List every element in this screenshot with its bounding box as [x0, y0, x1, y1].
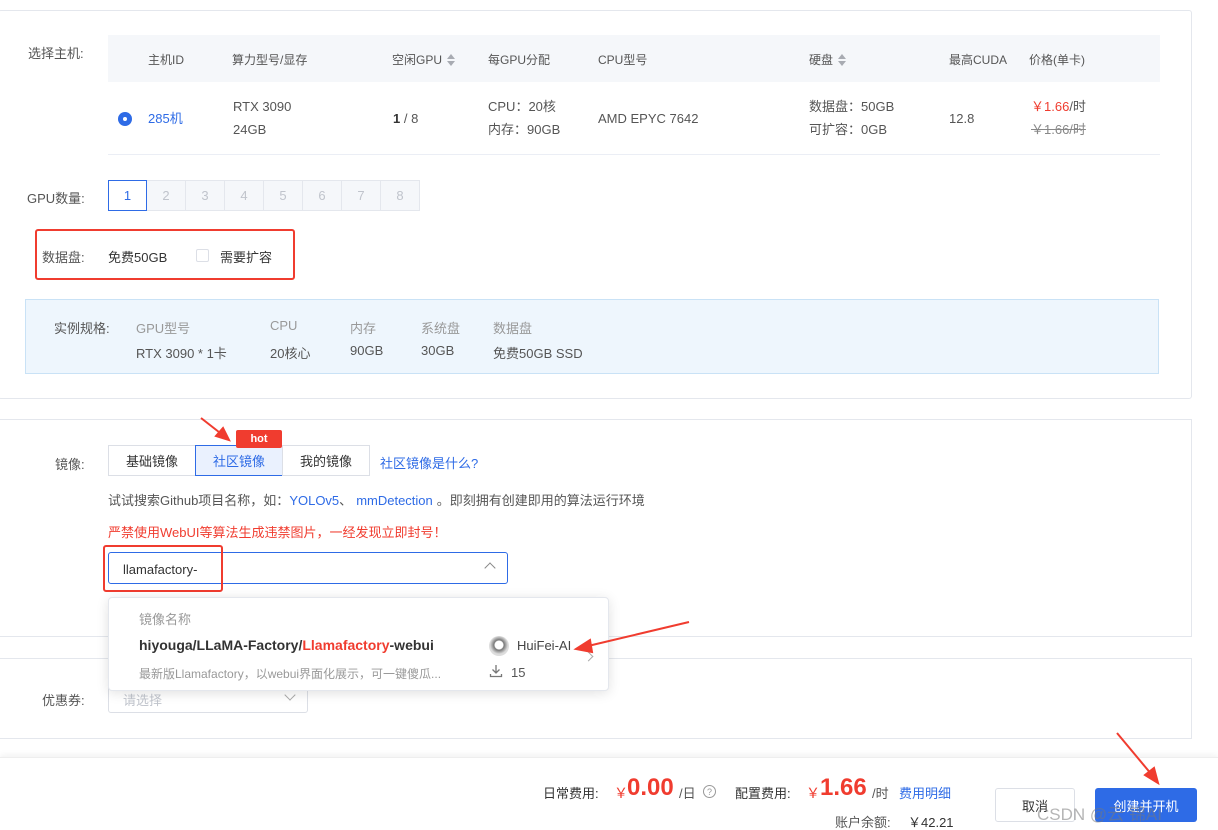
hot-badge: hot: [236, 430, 282, 448]
gpu-count-label: GPU数量:: [27, 191, 85, 206]
spec-key: 内存: [350, 321, 377, 336]
spec-value: RTX 3090 * 1卡: [136, 346, 227, 361]
spec-label: 实例规格:: [54, 321, 110, 336]
gpu-count-option[interactable]: 7: [342, 180, 381, 211]
daily-unit: /日: [679, 786, 696, 801]
chevron-right-icon[interactable]: [583, 651, 594, 662]
download-icon: [489, 664, 503, 681]
balance-value: ￥42.21: [908, 815, 954, 830]
data-disk-value: 免费50GB: [108, 250, 168, 265]
tab-community-image[interactable]: 社区镜像: [195, 445, 283, 476]
spec-value: 免费50GB SSD: [493, 346, 583, 361]
chevron-up-icon[interactable]: [484, 562, 496, 574]
config-currency: ￥: [806, 785, 820, 801]
balance-label: 账户余额:: [835, 815, 891, 830]
spec-value: 20核心: [270, 346, 311, 361]
tab-my-image[interactable]: 我的镜像: [282, 445, 370, 476]
col-disk[interactable]: 硬盘: [809, 51, 847, 68]
config-fee-label: 配置费用:: [735, 786, 791, 801]
spec-key: 数据盘: [493, 321, 533, 336]
expand-checkbox[interactable]: [196, 249, 209, 262]
gpu-count-option[interactable]: 3: [186, 180, 225, 211]
daily-fee-label: 日常费用:: [543, 786, 599, 801]
host-price-old: ￥1.66/时: [1031, 122, 1086, 137]
host-cpu-alloc: CPU：20核: [488, 99, 556, 114]
coupon-placeholder: 请选择: [123, 693, 163, 708]
row-divider: [108, 154, 1160, 155]
chevron-down-icon[interactable]: [284, 689, 296, 701]
gpu-count-option[interactable]: 2: [147, 180, 186, 211]
download-count: 15: [511, 665, 526, 680]
data-disk-label: 数据盘:: [42, 250, 85, 265]
gpu-count-option[interactable]: 8: [381, 180, 420, 211]
tab-base-image[interactable]: 基础镜像: [108, 445, 196, 476]
sort-icon[interactable]: [838, 54, 847, 66]
spec-value: 30GB: [421, 343, 455, 358]
col-host-id: 主机ID: [148, 53, 185, 67]
image-author: HuiFei-AI: [517, 638, 572, 653]
host-cpu-model: AMD EPYC 7642: [598, 111, 699, 126]
col-price: 价格(单卡): [1029, 53, 1085, 67]
instance-spec-panel: 实例规格: GPU型号 RTX 3090 * 1卡 CPU 20核心 内存 90…: [25, 299, 1159, 374]
daily-fee-value: 0.00: [627, 774, 674, 801]
host-model: RTX 3090: [233, 99, 292, 114]
host-price: ￥1.66/时: [1031, 99, 1086, 114]
image-name[interactable]: hiyouga/LLaMA-Factory/Llamafactory-webui: [139, 637, 434, 653]
config-fee-value: 1.66: [820, 774, 867, 801]
watermark: CSDN @云 锦AI: [1037, 805, 1162, 824]
host-free-gpu: 1 / 8: [393, 111, 419, 126]
author-avatar: [489, 636, 509, 656]
image-description: 最新版Llamafactory，以webui界面化展示，可一键傻瓜...: [139, 667, 442, 681]
gpu-count-option[interactable]: 4: [225, 180, 264, 211]
fee-detail-link[interactable]: 费用明细: [899, 783, 951, 802]
col-per-gpu: 每GPU分配: [488, 53, 551, 67]
col-free-gpu[interactable]: 空闲GPU: [392, 51, 456, 68]
host-disk-data: 数据盘：50GB: [809, 99, 895, 114]
config-unit: /时: [872, 786, 889, 801]
sort-icon[interactable]: [447, 54, 456, 66]
host-disk-ext: 可扩容：0GB: [809, 122, 888, 137]
spec-key: GPU型号: [136, 321, 191, 336]
highlight-box-search: [103, 545, 223, 592]
hint-link-yolov5[interactable]: YOLOv5: [289, 493, 339, 508]
image-label: 镜像:: [55, 457, 85, 472]
daily-currency: ￥: [614, 785, 628, 801]
expand-label[interactable]: 需要扩容: [220, 247, 272, 266]
col-cpu-model: CPU型号: [598, 53, 648, 67]
host-mem-alloc: 内存：90GB: [488, 122, 561, 137]
gpu-count-option[interactable]: 1: [108, 180, 147, 211]
hint-link-mmdetection[interactable]: mmDetection: [356, 493, 433, 508]
warning-text: 严禁使用WebUI等算法生成违禁图片，一经发现立即封号！: [108, 525, 447, 540]
host-id[interactable]: 285机: [148, 107, 183, 130]
col-model: 算力型号/显存: [232, 53, 308, 67]
gpu-count-option[interactable]: 5: [264, 180, 303, 211]
what-is-community-link[interactable]: 社区镜像是什么?: [380, 453, 478, 472]
gpu-count-selector: 1 2 3 4 5 6 7 8: [108, 180, 420, 211]
host-vram: 24GB: [233, 122, 267, 137]
host-cuda: 12.8: [949, 111, 975, 126]
search-hint: 试试搜索Github项目名称，如：YOLOv5、 mmDetection 。即刻拥有…: [108, 493, 645, 508]
image-search-dropdown: 镜像名称 hiyouga/LLaMA-Factory/Llamafactory-…: [108, 597, 609, 691]
host-radio-selected[interactable]: [118, 112, 132, 126]
host-label: 选择主机:: [28, 46, 84, 61]
spec-key: 系统盘: [421, 321, 461, 336]
spec-key: CPU: [270, 318, 298, 333]
spec-value: 90GB: [350, 343, 384, 358]
dropdown-header: 镜像名称: [139, 612, 192, 627]
help-icon[interactable]: ?: [703, 785, 716, 798]
col-cuda: 最高CUDA: [949, 53, 1008, 67]
coupon-label: 优惠券:: [42, 693, 85, 708]
host-table-header: 主机ID 算力型号/显存 空闲GPU 每GPU分配 CPU型号 硬盘 最高CUD…: [108, 35, 1160, 82]
gpu-count-option[interactable]: 6: [303, 180, 342, 211]
